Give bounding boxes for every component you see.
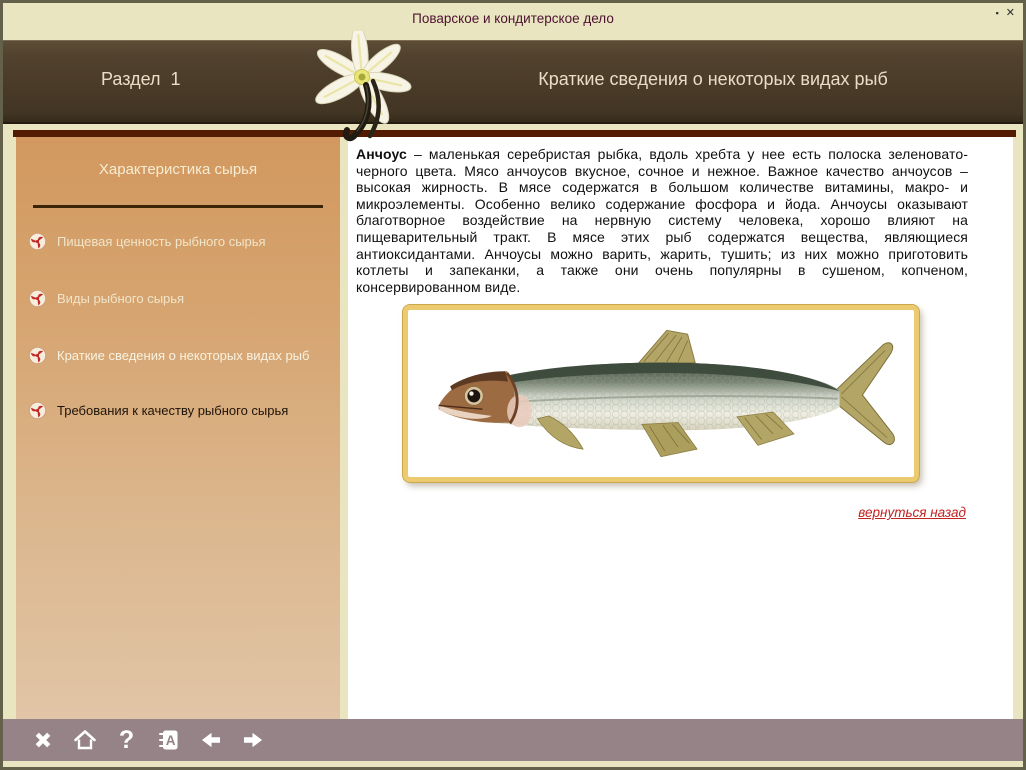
section-number: Раздел 1 <box>101 69 181 90</box>
sidebar-item-label: Виды рыбного сырья <box>57 291 184 306</box>
sidebar-item-food-value[interactable]: Пищевая ценность рыбного сырья <box>16 232 340 251</box>
bottom-toolbar: ? A <box>3 719 1023 761</box>
back-link[interactable]: вернуться назад <box>858 505 966 520</box>
sidebar-divider <box>33 205 323 208</box>
pinwheel-bullet-icon <box>28 401 47 420</box>
svg-text:A: A <box>165 733 175 748</box>
article-term: Анчоус <box>356 146 407 162</box>
sidebar-menu: Характеристика сырья Пищевая ценность ры… <box>16 137 340 719</box>
pinwheel-bullet-icon <box>28 289 47 308</box>
window-title: Поварское и кондитерское дело <box>3 11 1023 26</box>
sidebar-item-label: Пищевая ценность рыбного сырья <box>57 234 266 249</box>
minimize-icon[interactable]: ▪ <box>996 6 999 20</box>
page-title: Краткие сведения о некоторых видах рыб <box>433 69 993 90</box>
sidebar-item-fish-info[interactable]: Краткие сведения о некоторых видах рыб <box>16 346 340 365</box>
home-button[interactable] <box>72 728 97 753</box>
arrow-left-icon <box>199 728 223 752</box>
anchovy-fish-image <box>413 318 909 470</box>
sidebar-item-quality-requirements[interactable]: Требования к качеству рыбного сырья <box>16 401 340 420</box>
home-icon <box>73 728 97 752</box>
content-panel: Анчоус – маленькая серебристая рыбка, вд… <box>348 137 1013 719</box>
glossary-button[interactable]: A <box>156 728 181 753</box>
window-controls: ▪ ✕ <box>996 6 1015 20</box>
arrow-right-icon <box>241 728 265 752</box>
glossary-book-icon: A <box>157 728 181 752</box>
article-text: Анчоус – маленькая серебристая рыбка, вд… <box>348 137 1013 295</box>
accent-divider-bar <box>13 130 1016 137</box>
bottom-margin-strip <box>3 761 1023 770</box>
help-button[interactable]: ? <box>114 728 139 753</box>
exit-button[interactable] <box>30 728 55 753</box>
close-x-icon <box>32 729 54 751</box>
close-icon[interactable]: ✕ <box>1006 6 1015 20</box>
forward-button[interactable] <box>240 728 265 753</box>
sidebar-item-label: Краткие сведения о некоторых видах рыб <box>57 348 309 363</box>
vanilla-flower-icon <box>299 31 421 145</box>
title-bar: Поварское и кондитерское дело ▪ ✕ <box>3 3 1023 40</box>
application-window: Поварское и кондитерское дело ▪ ✕ Раздел… <box>0 0 1026 770</box>
article-body: – маленькая серебристая рыбка, вдоль хре… <box>356 146 968 295</box>
pinwheel-bullet-icon <box>28 346 47 365</box>
sidebar-item-label: Требования к качеству рыбного сырья <box>57 403 288 418</box>
pinwheel-bullet-icon <box>28 232 47 251</box>
sidebar-item-raw-types[interactable]: Виды рыбного сырья <box>16 289 340 308</box>
question-mark-icon: ? <box>119 728 134 753</box>
sidebar-title: Характеристика сырья <box>16 161 340 178</box>
fish-image-frame <box>403 305 919 482</box>
section-header: Раздел 1 Краткие сведения о некоторых ви… <box>3 40 1023 124</box>
back-button[interactable] <box>198 728 223 753</box>
